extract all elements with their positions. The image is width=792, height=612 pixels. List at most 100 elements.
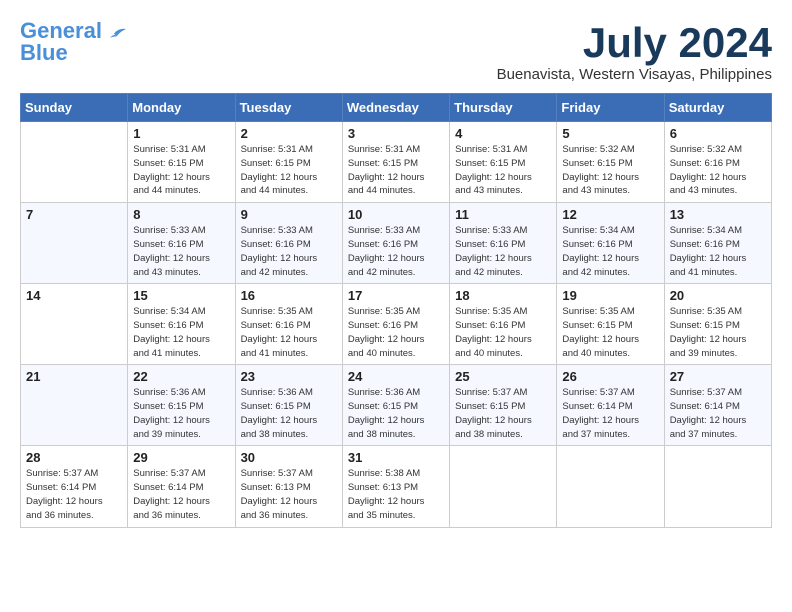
day-number: 19 [562, 288, 658, 303]
day-number: 30 [241, 450, 337, 465]
day-number: 12 [562, 207, 658, 222]
day-info: Sunrise: 5:33 AM Sunset: 6:16 PM Dayligh… [348, 224, 444, 279]
day-number: 7 [26, 207, 122, 222]
logo: GeneralBlue [20, 20, 126, 64]
calendar-cell: 23Sunrise: 5:36 AM Sunset: 6:15 PM Dayli… [235, 365, 342, 446]
calendar-cell [450, 446, 557, 527]
day-info: Sunrise: 5:37 AM Sunset: 6:15 PM Dayligh… [455, 386, 551, 441]
day-number: 27 [670, 369, 766, 384]
calendar-week-row: 14 15Sunrise: 5:34 AM Sunset: 6:16 PM Day… [21, 284, 772, 365]
day-number: 4 [455, 126, 551, 141]
day-info: Sunrise: 5:37 AM Sunset: 6:14 PM Dayligh… [562, 386, 658, 441]
day-number: 9 [241, 207, 337, 222]
day-info: Sunrise: 5:31 AM Sunset: 6:15 PM Dayligh… [348, 143, 444, 198]
day-info: Sunrise: 5:36 AM Sunset: 6:15 PM Dayligh… [348, 386, 444, 441]
day-number: 17 [348, 288, 444, 303]
weekday-header-thursday: Thursday [450, 94, 557, 122]
day-number: 1 [133, 126, 229, 141]
day-info: Sunrise: 5:37 AM Sunset: 6:13 PM Dayligh… [241, 467, 337, 522]
calendar-cell: 18Sunrise: 5:35 AM Sunset: 6:16 PM Dayli… [450, 284, 557, 365]
calendar-cell: 11Sunrise: 5:33 AM Sunset: 6:16 PM Dayli… [450, 203, 557, 284]
logo-bird-icon [104, 26, 126, 48]
calendar-table: SundayMondayTuesdayWednesdayThursdayFrid… [20, 93, 772, 527]
calendar-week-row: 21 22 Sunrise: 5:36 AM Sunset: 6:15 PM Day… [21, 365, 772, 446]
day-number: 14 [26, 288, 122, 303]
title-block: July 2024 Buenavista, Western Visayas, P… [497, 20, 772, 83]
day-info: Sunrise: 5:33 AM Sunset: 6:16 PM Dayligh… [133, 224, 229, 279]
day-number: 24 [348, 369, 444, 384]
day-info: Sunrise: 5:34 AM Sunset: 6:16 PM Dayligh… [133, 305, 229, 360]
weekday-header-saturday: Saturday [664, 94, 771, 122]
calendar-cell: 28 Sunrise: 5:37 AM Sunset: 6:14 PM Dayli… [21, 446, 128, 527]
calendar-cell: 27Sunrise: 5:37 AM Sunset: 6:14 PM Dayli… [664, 365, 771, 446]
calendar-cell [664, 446, 771, 527]
calendar-week-row: 28 Sunrise: 5:37 AM Sunset: 6:14 PM Dayli… [21, 446, 772, 527]
calendar-cell: 10 Sunrise: 5:33 AM Sunset: 6:16 PM Dayli… [342, 203, 449, 284]
weekday-header-friday: Friday [557, 94, 664, 122]
day-info: Sunrise: 5:37 AM Sunset: 6:14 PM Dayligh… [26, 467, 122, 522]
calendar-cell: 24 Sunrise: 5:36 AM Sunset: 6:15 PM Dayli… [342, 365, 449, 446]
day-info: Sunrise: 5:33 AM Sunset: 6:16 PM Dayligh… [241, 224, 337, 279]
calendar-cell: 17 Sunrise: 5:35 AM Sunset: 6:16 PM Dayli… [342, 284, 449, 365]
day-number: 13 [670, 207, 766, 222]
calendar-cell: 9 Sunrise: 5:33 AM Sunset: 6:16 PM Daylig… [235, 203, 342, 284]
location-subtitle: Buenavista, Western Visayas, Philippines [497, 66, 772, 83]
day-number: 31 [348, 450, 444, 465]
calendar-cell: 1 Sunrise: 5:31 AM Sunset: 6:15 PM Daylig… [128, 122, 235, 203]
calendar-cell: 15Sunrise: 5:34 AM Sunset: 6:16 PM Dayli… [128, 284, 235, 365]
day-info: Sunrise: 5:35 AM Sunset: 6:16 PM Dayligh… [241, 305, 337, 360]
day-info: Sunrise: 5:38 AM Sunset: 6:13 PM Dayligh… [348, 467, 444, 522]
month-year-title: July 2024 [497, 20, 772, 66]
day-info: Sunrise: 5:35 AM Sunset: 6:15 PM Dayligh… [670, 305, 766, 360]
day-number: 6 [670, 126, 766, 141]
day-number: 8 [133, 207, 229, 222]
page-header: GeneralBlue July 2024 Buenavista, Wester… [20, 20, 772, 83]
day-info: Sunrise: 5:35 AM Sunset: 6:15 PM Dayligh… [562, 305, 658, 360]
day-info: Sunrise: 5:32 AM Sunset: 6:16 PM Dayligh… [670, 143, 766, 198]
day-number: 21 [26, 369, 122, 384]
calendar-cell: 31 Sunrise: 5:38 AM Sunset: 6:13 PM Dayli… [342, 446, 449, 527]
day-info: Sunrise: 5:34 AM Sunset: 6:16 PM Dayligh… [670, 224, 766, 279]
day-info: Sunrise: 5:36 AM Sunset: 6:15 PM Dayligh… [133, 386, 229, 441]
day-number: 3 [348, 126, 444, 141]
calendar-cell: 22 Sunrise: 5:36 AM Sunset: 6:15 PM Dayli… [128, 365, 235, 446]
calendar-header-row: SundayMondayTuesdayWednesdayThursdayFrid… [21, 94, 772, 122]
calendar-cell: 3 Sunrise: 5:31 AM Sunset: 6:15 PM Daylig… [342, 122, 449, 203]
calendar-cell: 26 Sunrise: 5:37 AM Sunset: 6:14 PM Dayli… [557, 365, 664, 446]
day-number: 22 [133, 369, 229, 384]
day-info: Sunrise: 5:35 AM Sunset: 6:16 PM Dayligh… [348, 305, 444, 360]
calendar-cell: 14 [21, 284, 128, 365]
calendar-week-row: 78 Sunrise: 5:33 AM Sunset: 6:16 PM Dayli… [21, 203, 772, 284]
calendar-cell: 2Sunrise: 5:31 AM Sunset: 6:15 PM Daylig… [235, 122, 342, 203]
day-number: 25 [455, 369, 551, 384]
day-number: 26 [562, 369, 658, 384]
calendar-body: 1 Sunrise: 5:31 AM Sunset: 6:15 PM Daylig… [21, 122, 772, 527]
day-info: Sunrise: 5:31 AM Sunset: 6:15 PM Dayligh… [455, 143, 551, 198]
day-number: 16 [241, 288, 337, 303]
weekday-header-tuesday: Tuesday [235, 94, 342, 122]
day-info: Sunrise: 5:36 AM Sunset: 6:15 PM Dayligh… [241, 386, 337, 441]
calendar-cell: 19 Sunrise: 5:35 AM Sunset: 6:15 PM Dayli… [557, 284, 664, 365]
day-number: 10 [348, 207, 444, 222]
calendar-cell: 6 Sunrise: 5:32 AM Sunset: 6:16 PM Daylig… [664, 122, 771, 203]
calendar-cell: 21 [21, 365, 128, 446]
day-info: Sunrise: 5:31 AM Sunset: 6:15 PM Dayligh… [133, 143, 229, 198]
calendar-week-row: 1 Sunrise: 5:31 AM Sunset: 6:15 PM Daylig… [21, 122, 772, 203]
day-number: 28 [26, 450, 122, 465]
weekday-header-wednesday: Wednesday [342, 94, 449, 122]
calendar-cell: 30 Sunrise: 5:37 AM Sunset: 6:13 PM Dayli… [235, 446, 342, 527]
day-info: Sunrise: 5:34 AM Sunset: 6:16 PM Dayligh… [562, 224, 658, 279]
day-info: Sunrise: 5:32 AM Sunset: 6:15 PM Dayligh… [562, 143, 658, 198]
weekday-header-monday: Monday [128, 94, 235, 122]
calendar-cell [21, 122, 128, 203]
calendar-cell: 29Sunrise: 5:37 AM Sunset: 6:14 PM Dayli… [128, 446, 235, 527]
calendar-cell: 5Sunrise: 5:32 AM Sunset: 6:15 PM Daylig… [557, 122, 664, 203]
calendar-cell: 25 Sunrise: 5:37 AM Sunset: 6:15 PM Dayli… [450, 365, 557, 446]
calendar-cell [557, 446, 664, 527]
calendar-cell: 13 Sunrise: 5:34 AM Sunset: 6:16 PM Dayli… [664, 203, 771, 284]
calendar-cell: 16 Sunrise: 5:35 AM Sunset: 6:16 PM Dayli… [235, 284, 342, 365]
logo-text: GeneralBlue [20, 20, 102, 64]
calendar-cell: 8 Sunrise: 5:33 AM Sunset: 6:16 PM Daylig… [128, 203, 235, 284]
weekday-header-sunday: Sunday [21, 94, 128, 122]
calendar-cell: 4 Sunrise: 5:31 AM Sunset: 6:15 PM Daylig… [450, 122, 557, 203]
